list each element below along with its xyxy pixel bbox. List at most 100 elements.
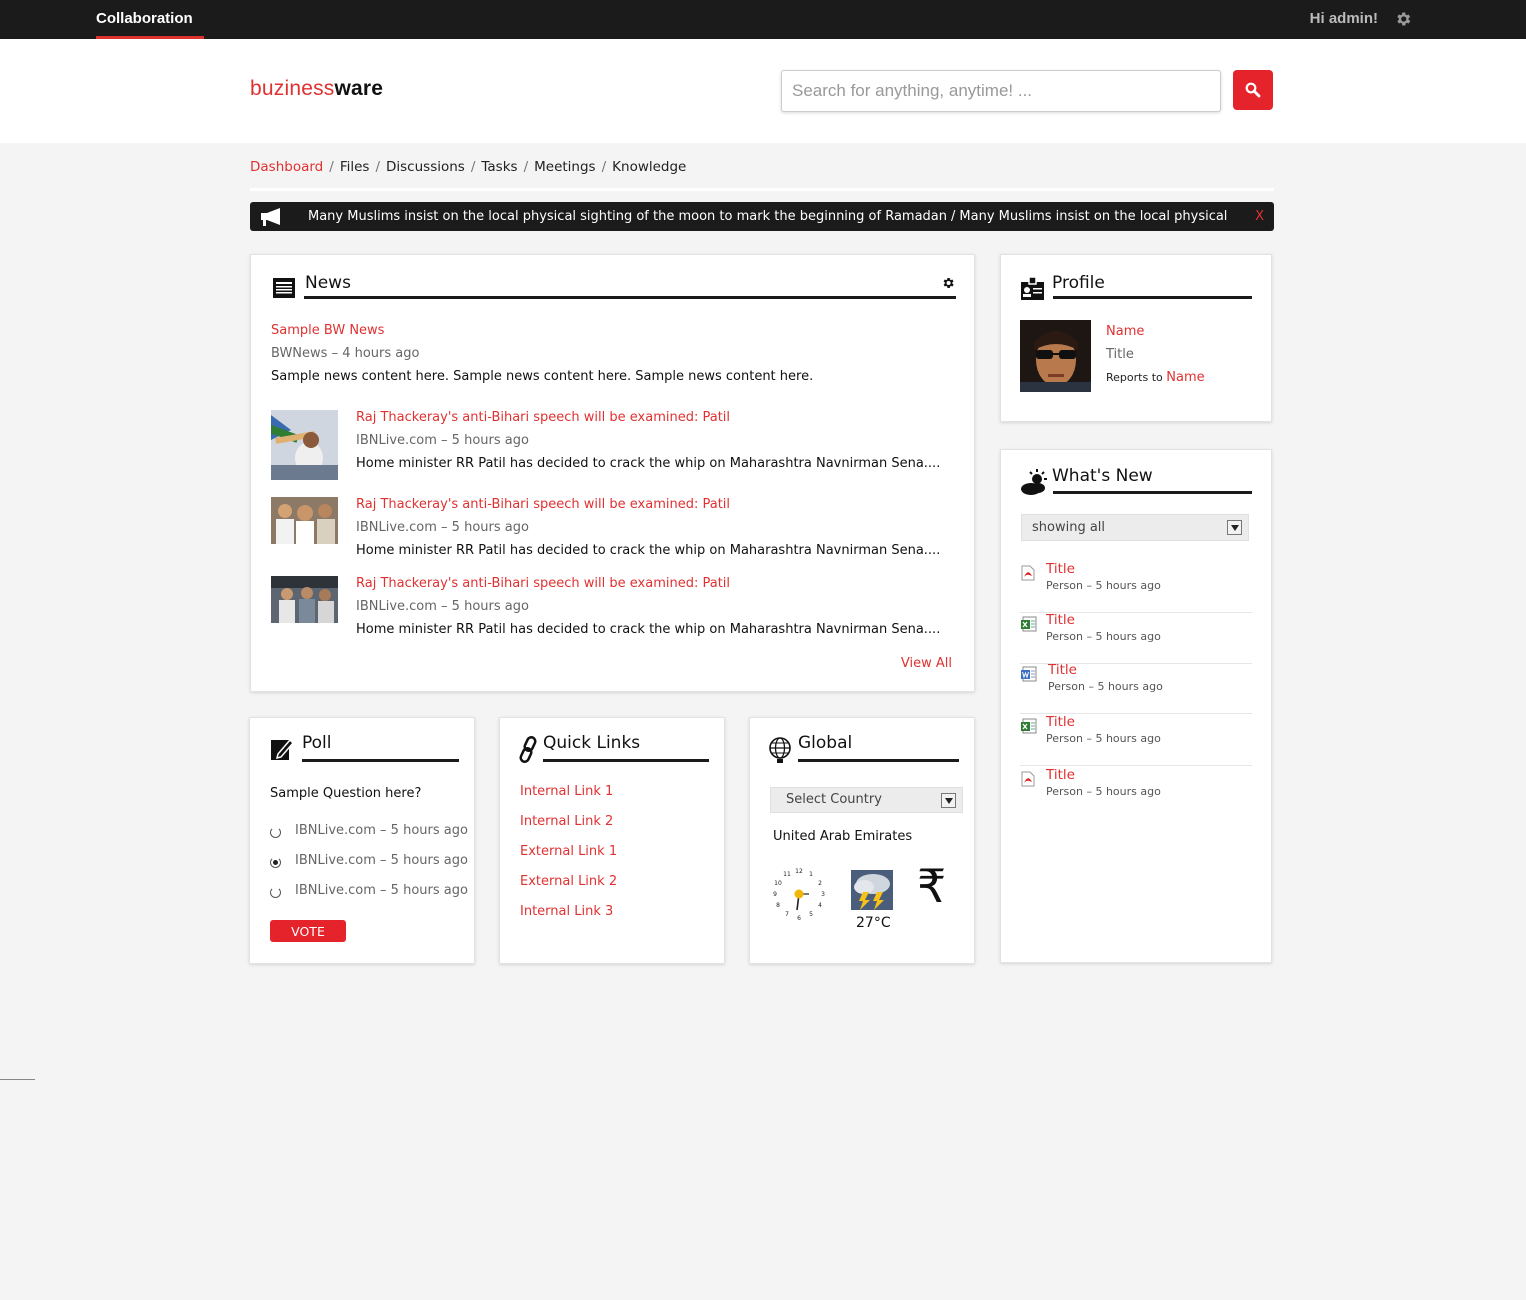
chevron-down-icon (1227, 520, 1242, 535)
avatar[interactable] (1020, 320, 1091, 392)
gear-icon[interactable] (1394, 10, 1412, 28)
breadcrumb-meetings[interactable]: Meetings (534, 159, 595, 175)
ticker-text[interactable]: Many Muslims insist on the local physica… (308, 202, 1227, 231)
globe-icon (769, 737, 791, 763)
search-button[interactable] (1233, 70, 1273, 110)
breadcrumb-dashboard[interactable]: Dashboard (250, 159, 323, 175)
quick-link[interactable]: Internal Link 2 (520, 814, 613, 829)
quick-link[interactable]: Internal Link 1 (520, 784, 613, 799)
svg-text:10: 10 (774, 880, 782, 887)
featured-news-meta: BWNews – 4 hours ago (271, 346, 420, 361)
title-underline (1053, 491, 1252, 494)
news-item-title[interactable]: Raj Thackeray's anti-Bihari speech will … (356, 410, 730, 425)
newspaper-icon (273, 278, 295, 298)
user-greeting[interactable]: Hi admin! (1310, 0, 1378, 38)
quick-link[interactable]: External Link 2 (520, 874, 617, 889)
svg-text:12: 12 (795, 868, 803, 875)
global-panel: Global Select Country United Arab Emirat… (749, 717, 975, 964)
whats-new-item[interactable]: Title Person – 5 hours ago (1020, 714, 1252, 766)
news-thumbnail[interactable] (271, 576, 338, 623)
view-all-link[interactable]: View All (901, 656, 952, 671)
megaphone-icon (261, 208, 280, 226)
svg-text:9: 9 (773, 891, 777, 898)
word-file-icon (1021, 666, 1037, 682)
title-underline (302, 759, 459, 762)
search-input[interactable] (781, 70, 1221, 112)
filter-value: showing all (1032, 520, 1106, 535)
profile-panel: Profile Name Title Reports to Name (1000, 254, 1272, 422)
country-select[interactable]: Select Country (770, 787, 963, 813)
news-ticker: Many Muslims insist on the local physica… (250, 202, 1274, 231)
title-underline (798, 759, 959, 762)
ticker-separator: / (951, 209, 956, 224)
whats-new-item[interactable]: Title Person – 5 hours ago (1020, 662, 1252, 714)
ticker-close-button[interactable]: X (1255, 202, 1264, 231)
news-item-meta: IBNLive.com – 5 hours ago (356, 520, 529, 535)
item-title[interactable]: Title (1046, 714, 1075, 730)
country-name: United Arab Emirates (773, 829, 913, 844)
item-meta: Person – 5 hours ago (1046, 785, 1161, 798)
breadcrumb-files[interactable]: Files (340, 159, 370, 175)
poll-question: Sample Question here? (270, 786, 422, 801)
news-item: Raj Thackeray's anti-Bihari speech will … (271, 410, 961, 480)
title-underline (1053, 296, 1252, 299)
reports-to: Reports to Name (1106, 370, 1205, 385)
featured-news-body: Sample news content here. Sample news co… (271, 369, 814, 384)
news-title: News (305, 273, 351, 293)
svg-text:6: 6 (797, 915, 801, 922)
news-thumbnail[interactable] (271, 410, 338, 480)
divider (250, 188, 1274, 191)
reports-to-label: Reports to (1106, 371, 1163, 384)
svg-text:1: 1 (809, 871, 813, 878)
news-item: Raj Thackeray's anti-Bihari speech will … (271, 497, 961, 567)
gear-icon[interactable] (941, 276, 955, 290)
whats-new-item[interactable]: Title Person – 5 hours ago (1020, 561, 1252, 613)
quick-links-title: Quick Links (543, 733, 641, 753)
quick-link[interactable]: Internal Link 3 (520, 904, 613, 919)
ticker-item[interactable]: Many Muslims insist on the local physica… (308, 209, 947, 224)
app-title-tab[interactable]: Collaboration (96, 0, 204, 39)
profile-name[interactable]: Name (1106, 324, 1144, 339)
rupee-icon: ₹ (917, 859, 947, 913)
radio-button-selected[interactable] (270, 857, 281, 868)
logo-part-2: ware (334, 77, 384, 100)
item-meta: Person – 5 hours ago (1046, 732, 1161, 745)
svg-text:11: 11 (783, 871, 791, 878)
radio-button[interactable] (270, 827, 281, 838)
id-badge-icon (1021, 276, 1044, 300)
whats-new-panel: What's New showing all Title Person – 5 … (1000, 449, 1272, 963)
whats-new-item[interactable]: Title Person – 5 hours ago (1020, 612, 1252, 664)
whats-new-filter-select[interactable]: showing all (1021, 514, 1249, 541)
radio-button[interactable] (270, 887, 281, 898)
profile-title: Profile (1052, 273, 1105, 293)
breadcrumb-discussions[interactable]: Discussions (386, 159, 465, 175)
reports-to-name[interactable]: Name (1166, 370, 1204, 385)
vote-button[interactable]: VOTE (270, 920, 346, 942)
breadcrumb-tasks[interactable]: Tasks (481, 159, 517, 175)
logo[interactable]: buzinessware (250, 77, 383, 101)
profile-job-title: Title (1106, 347, 1134, 362)
poll-option-label: IBNLive.com – 5 hours ago (295, 823, 468, 838)
ticker-item[interactable]: Many Muslims insist on the local physica… (959, 209, 1227, 224)
item-title[interactable]: Title (1046, 612, 1075, 628)
poll-option-label: IBNLive.com – 5 hours ago (295, 853, 468, 868)
news-item-title[interactable]: Raj Thackeray's anti-Bihari speech will … (356, 576, 730, 591)
news-item-title[interactable]: Raj Thackeray's anti-Bihari speech will … (356, 497, 730, 512)
item-meta: Person – 5 hours ago (1046, 630, 1161, 643)
item-title[interactable]: Title (1046, 561, 1075, 577)
whats-new-item[interactable]: Title Person – 5 hours ago (1020, 767, 1252, 819)
global-title: Global (798, 733, 853, 753)
thunderstorm-icon (851, 870, 893, 910)
poll-option-label: IBNLive.com – 5 hours ago (295, 883, 468, 898)
title-underline (304, 296, 956, 299)
breadcrumb-knowledge[interactable]: Knowledge (612, 159, 686, 175)
featured-news-title[interactable]: Sample BW News (271, 323, 384, 338)
item-title[interactable]: Title (1048, 662, 1077, 678)
news-thumbnail[interactable] (271, 497, 338, 544)
poll-panel: Poll Sample Question here? IBNLive.com –… (249, 717, 475, 964)
quick-link[interactable]: External Link 1 (520, 844, 617, 859)
link-chain-icon (519, 736, 537, 763)
item-title[interactable]: Title (1046, 767, 1075, 783)
weather-cloud-sun-icon (1021, 469, 1047, 495)
whats-new-title: What's New (1052, 466, 1153, 486)
